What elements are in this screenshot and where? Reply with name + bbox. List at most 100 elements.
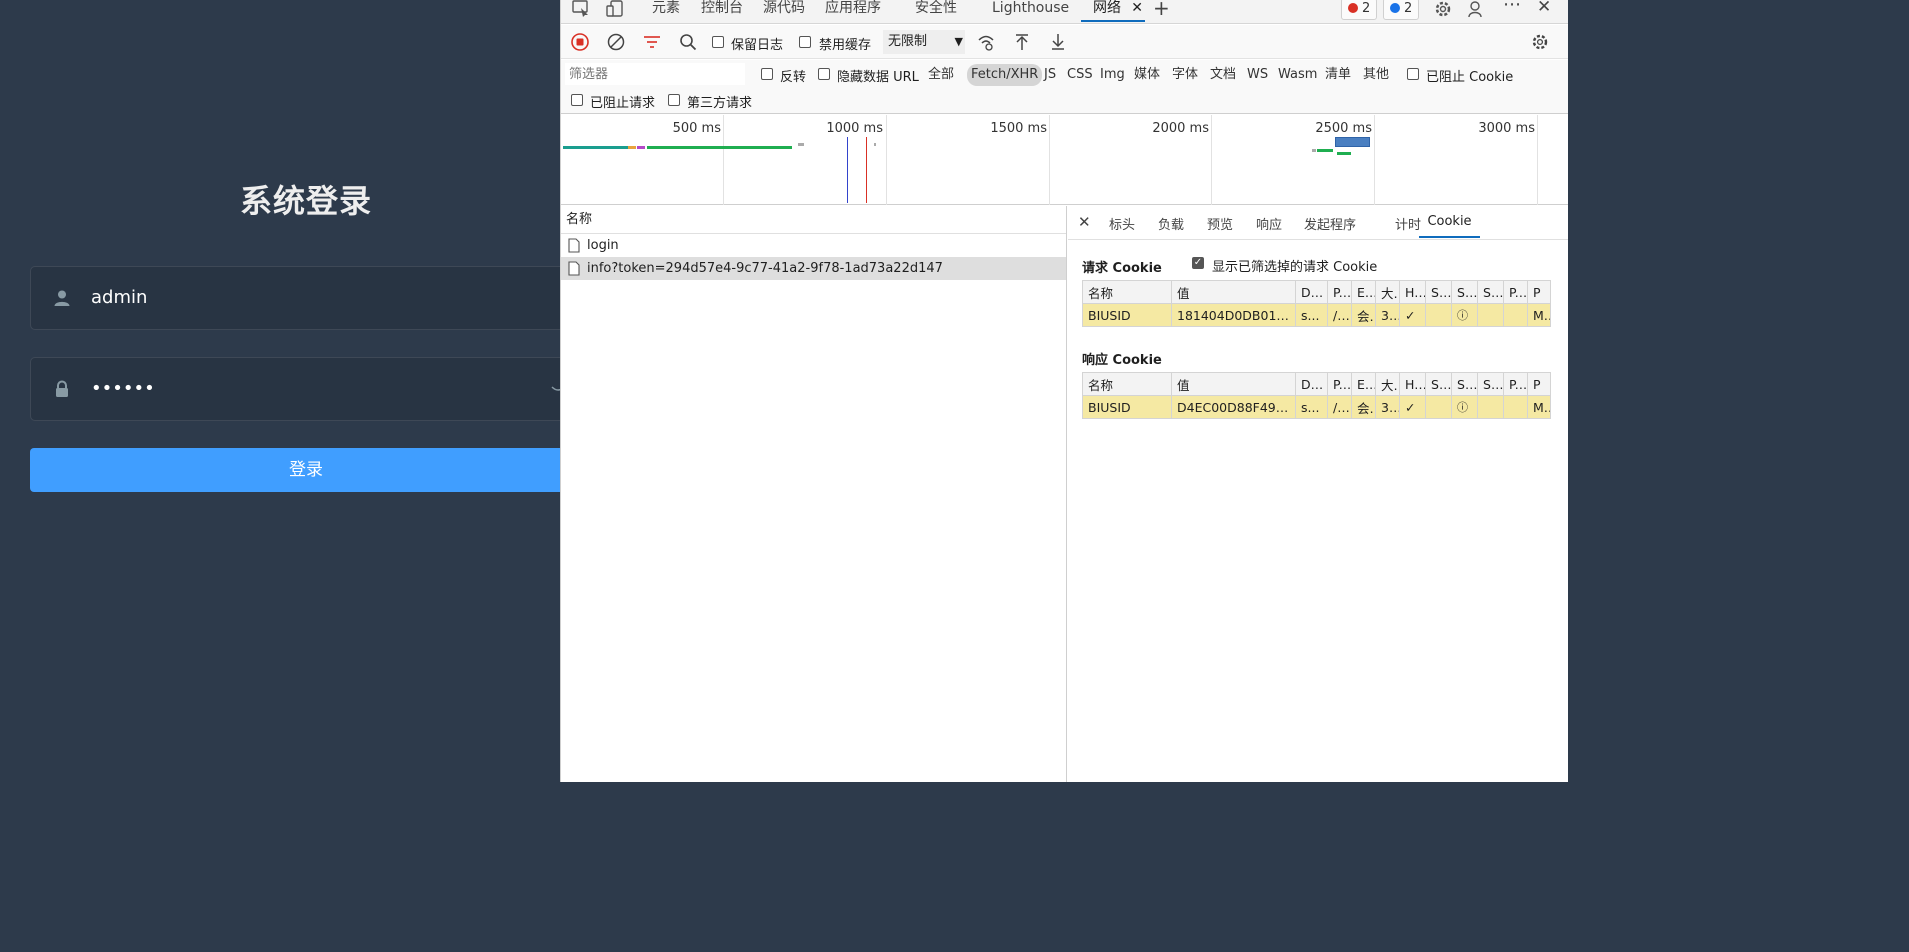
username-value[interactable]: admin: [91, 267, 147, 329]
detail-tab-timing[interactable]: 计时: [1395, 214, 1421, 233]
timing-bar: [1317, 149, 1333, 152]
column-header[interactable]: 大.: [1375, 280, 1400, 304]
filter-type-all[interactable]: 全部: [925, 64, 957, 86]
preserve-log-checkbox[interactable]: [712, 36, 724, 48]
column-header[interactable]: H...: [1399, 280, 1426, 304]
search-icon[interactable]: [679, 33, 697, 51]
table-header-row: 名称 值 D... P... E... 大. H... S... S... S.…: [1082, 280, 1551, 304]
column-header[interactable]: E...: [1351, 280, 1376, 304]
filter-type-font[interactable]: 字体: [1169, 64, 1201, 86]
name-column-header[interactable]: 名称: [561, 206, 1066, 234]
filter-icon[interactable]: [643, 33, 661, 51]
throttling-select[interactable]: 无限制 ▼: [883, 30, 965, 54]
column-header[interactable]: 名称: [1082, 280, 1172, 304]
export-har-icon[interactable]: [1049, 33, 1067, 51]
error-badge[interactable]: 2: [1341, 0, 1378, 20]
clear-icon[interactable]: [607, 33, 625, 51]
device-toolbar-icon[interactable]: [605, 0, 625, 18]
column-header[interactable]: P...: [1327, 280, 1352, 304]
close-tab-icon[interactable]: ✕: [1131, 0, 1143, 18]
column-header[interactable]: S...: [1451, 372, 1478, 396]
import-har-icon[interactable]: [1013, 33, 1031, 51]
add-tab-icon[interactable]: +: [1153, 0, 1170, 20]
filter-type-other[interactable]: 其他: [1360, 64, 1392, 86]
column-header[interactable]: S...: [1451, 280, 1478, 304]
cookie-row[interactable]: BIUSID 181404D0DB019... s... /... 会... 3…: [1082, 303, 1551, 327]
close-devtools-icon[interactable]: ✕: [1537, 0, 1551, 17]
filter-type-css[interactable]: CSS: [1064, 64, 1096, 86]
inspect-icon[interactable]: [571, 0, 591, 18]
filter-type-doc[interactable]: 文档: [1207, 64, 1239, 86]
tab-application[interactable]: 应用程序: [825, 0, 881, 22]
cookie-row[interactable]: BIUSID D4EC00D88F49C... s... /... 会... 3…: [1082, 395, 1551, 419]
detail-tab-headers[interactable]: 标头: [1109, 214, 1135, 233]
eye-icon[interactable]: [551, 380, 560, 394]
close-detail-icon[interactable]: ✕: [1078, 213, 1091, 231]
column-header[interactable]: S...: [1477, 280, 1504, 304]
third-party-checkbox[interactable]: [668, 94, 680, 106]
more-options-icon[interactable]: ⋯: [1503, 0, 1522, 15]
request-row[interactable]: info?token=294d57e4-9c77-41a2-9f78-1ad73…: [561, 257, 1066, 280]
invert-checkbox[interactable]: [761, 68, 773, 80]
column-header[interactable]: 值: [1171, 372, 1296, 396]
column-header[interactable]: D...: [1295, 372, 1328, 396]
network-overview[interactable]: 500 ms 1000 ms 1500 ms 2000 ms 2500 ms 3…: [561, 115, 1568, 205]
tab-network[interactable]: 网络 ✕: [1081, 0, 1145, 22]
disable-cache-checkbox[interactable]: [799, 36, 811, 48]
third-party-label: 第三方请求: [687, 96, 753, 111]
record-stop-icon[interactable]: [571, 33, 589, 51]
timing-bar: [1312, 149, 1316, 152]
filter-type-img[interactable]: Img: [1097, 64, 1128, 86]
column-header[interactable]: 名称: [1082, 372, 1172, 396]
password-field[interactable]: ••••••: [30, 357, 560, 421]
show-filtered-checkbox[interactable]: ✓: [1192, 257, 1204, 269]
filter-input[interactable]: [565, 63, 745, 85]
detail-tab-payload[interactable]: 负载: [1158, 214, 1184, 233]
tab-lighthouse[interactable]: Lighthouse: [992, 0, 1069, 22]
password-value[interactable]: ••••••: [91, 358, 155, 420]
column-header[interactable]: P: [1527, 280, 1551, 304]
username-field[interactable]: admin: [30, 266, 560, 330]
filter-type-js[interactable]: JS: [1041, 64, 1059, 86]
customize-icon[interactable]: [1467, 0, 1487, 18]
column-header[interactable]: S...: [1425, 372, 1452, 396]
filter-type-fetch-xhr[interactable]: Fetch/XHR: [967, 64, 1043, 86]
tab-sources[interactable]: 源代码: [763, 0, 805, 22]
detail-tab-response[interactable]: 响应: [1256, 214, 1282, 233]
filter-type-manifest[interactable]: 清单: [1322, 64, 1354, 86]
column-header[interactable]: 值: [1171, 280, 1296, 304]
column-header[interactable]: H...: [1399, 372, 1426, 396]
detail-tab-initiator[interactable]: 发起程序: [1304, 214, 1356, 233]
timing-bar: [1335, 137, 1370, 147]
column-header[interactable]: E...: [1351, 372, 1376, 396]
request-row[interactable]: login: [561, 234, 1066, 257]
filter-type-ws[interactable]: WS: [1244, 64, 1271, 86]
blocked-requests-checkbox[interactable]: [571, 94, 583, 106]
column-header[interactable]: P...: [1503, 280, 1528, 304]
filter-type-wasm[interactable]: Wasm: [1275, 64, 1320, 86]
network-conditions-icon[interactable]: [977, 33, 995, 51]
network-settings-gear-icon[interactable]: [1531, 33, 1549, 51]
hide-data-url-checkbox[interactable]: [818, 68, 830, 80]
detail-tab-cookies[interactable]: Cookie: [1419, 214, 1480, 238]
blocked-cookies-checkbox[interactable]: [1407, 68, 1419, 80]
tab-security[interactable]: 安全性: [915, 0, 957, 22]
column-header[interactable]: S...: [1477, 372, 1504, 396]
message-badge[interactable]: 2: [1383, 0, 1420, 20]
settings-gear-icon[interactable]: [1433, 0, 1453, 18]
column-header[interactable]: 大.: [1375, 372, 1400, 396]
network-toolbar: 保留日志 禁用缓存 无限制 ▼: [561, 25, 1568, 59]
login-button[interactable]: 登录: [30, 448, 560, 492]
column-header[interactable]: S...: [1425, 280, 1452, 304]
info-icon[interactable]: ⓘ: [1451, 303, 1478, 327]
column-header[interactable]: P...: [1503, 372, 1528, 396]
detail-tab-preview[interactable]: 预览: [1207, 214, 1233, 233]
column-header[interactable]: P: [1527, 372, 1551, 396]
tab-console[interactable]: 控制台: [701, 0, 743, 22]
info-icon[interactable]: ⓘ: [1451, 395, 1478, 419]
tab-elements[interactable]: 元素: [652, 0, 680, 22]
filter-type-media[interactable]: 媒体: [1131, 64, 1163, 86]
document-icon: [568, 261, 580, 276]
column-header[interactable]: P...: [1327, 372, 1352, 396]
column-header[interactable]: D...: [1295, 280, 1328, 304]
